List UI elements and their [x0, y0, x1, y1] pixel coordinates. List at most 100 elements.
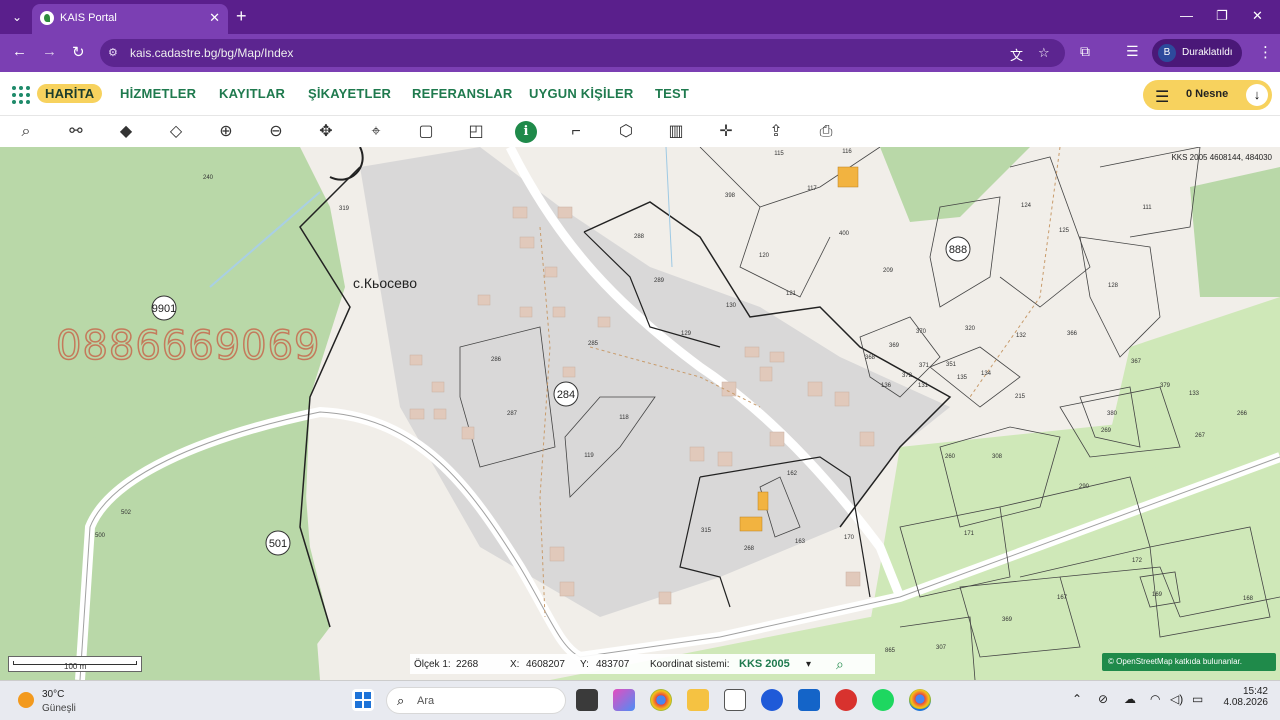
nav-test[interactable]: TEST [655, 86, 689, 101]
parcel-label[interactable]: 132 [1016, 333, 1027, 339]
zoom-out-icon[interactable]: ⊖ [265, 121, 287, 143]
select-rectangle-icon[interactable]: ▢ [415, 121, 437, 143]
parcel-label[interactable]: 370 [916, 329, 927, 335]
windows-start-icon[interactable] [352, 689, 374, 711]
map-book-icon[interactable]: ▥ [665, 121, 687, 143]
tab-list-chevron-icon[interactable]: ⌄ [6, 7, 28, 27]
parcel-label[interactable]: 128 [1108, 283, 1119, 289]
parcel-label[interactable]: 269 [1101, 428, 1112, 434]
parcel-label[interactable]: 266 [1237, 411, 1248, 417]
parcel-label[interactable]: 865 [885, 648, 896, 654]
reading-list-icon[interactable]: ☰ [1126, 43, 1139, 60]
cadastral-map[interactable]: 9901 284 888 501 240 319 115 116 117 398… [0, 147, 1280, 680]
minimize-icon[interactable]: — [1180, 8, 1193, 23]
parcel-label[interactable]: 240 [203, 175, 214, 181]
parcel-label[interactable]: 167 [1057, 595, 1068, 601]
parcel-label[interactable]: 315 [701, 528, 712, 534]
parcel-label[interactable]: 502 [121, 510, 132, 516]
parcel-label[interactable]: 136 [881, 383, 892, 389]
info-icon[interactable]: i [515, 121, 537, 143]
nav-referanslar[interactable]: REFERANSLAR [412, 86, 512, 101]
zoom-app-icon[interactable] [761, 689, 783, 711]
parcel-label[interactable]: 289 [654, 278, 665, 284]
file-explorer-icon[interactable] [687, 689, 709, 711]
parcel-label[interactable]: 130 [726, 303, 737, 309]
parcel-label[interactable]: 260 [945, 454, 956, 460]
zoom-in-icon[interactable]: ⊕ [215, 121, 237, 143]
parcel-label[interactable]: 371 [919, 363, 930, 369]
parcel-label[interactable]: 287 [507, 411, 518, 417]
translate-icon[interactable]: 文 [1010, 45, 1023, 64]
osm-attribution[interactable]: © OpenStreetMap katkıda bulunanlar. [1102, 653, 1276, 671]
nav-kayitlar[interactable]: KAYITLAR [219, 86, 285, 101]
parcel-label[interactable]: 319 [339, 206, 350, 212]
parcel-label[interactable]: 121 [786, 291, 797, 297]
site-info-icon[interactable]: ⚙ [108, 46, 122, 60]
parcel-label[interactable]: 268 [744, 546, 755, 552]
parcel-label[interactable]: 118 [619, 415, 629, 421]
parcel-label[interactable]: 120 [759, 253, 770, 259]
coordinate-cross-icon[interactable]: ✛ [715, 121, 737, 143]
parcel-label[interactable]: 379 [1160, 383, 1171, 389]
apps-grid-icon[interactable] [12, 86, 30, 104]
parcel-label[interactable]: 131 [918, 383, 929, 389]
nav-harita[interactable]: HARİTA [37, 84, 103, 103]
copilot-icon[interactable] [613, 689, 635, 711]
selected-objects-button[interactable]: ☰ 0 Nesne ↓ [1143, 80, 1272, 110]
pan-move-icon[interactable]: ✥ [315, 121, 337, 143]
map-canvas-svg[interactable]: 9901 284 888 501 240 319 115 116 117 398… [0, 147, 1280, 680]
select-area-icon[interactable]: ◰ [465, 121, 487, 143]
parcel-label[interactable]: 286 [491, 357, 502, 363]
parcel-label[interactable]: 320 [965, 326, 976, 332]
crs-dropdown-chevron-icon[interactable]: ▾ [806, 659, 811, 670]
battery-icon[interactable]: ▭ [1192, 692, 1203, 706]
chrome-icon[interactable] [650, 689, 672, 711]
onedrive-icon[interactable]: ☁ [1124, 692, 1136, 706]
parcel-label[interactable]: 133 [1189, 391, 1200, 397]
parcel-label[interactable]: 380 [1107, 411, 1118, 417]
parcel-label[interactable]: 119 [584, 453, 594, 459]
parcel-label[interactable]: 290 [1079, 484, 1090, 490]
parcel-label[interactable]: 398 [725, 193, 736, 199]
parcel-label[interactable]: 116 [842, 149, 852, 155]
close-tab-icon[interactable]: ✕ [209, 10, 220, 26]
parcel-label[interactable]: 129 [681, 331, 692, 337]
parcel-label[interactable]: 285 [588, 341, 599, 347]
parcel-label[interactable]: 171 [964, 531, 975, 537]
parcel-label[interactable]: 215 [1015, 394, 1026, 400]
measure-distance-icon[interactable]: ⌐ [565, 121, 587, 143]
url-omnibox[interactable]: ⚙ kais.cadastre.bg/bg/Map/Index 文 ☆ [100, 39, 1065, 67]
measure-polygon-icon[interactable]: ⬡ [615, 121, 637, 143]
print-icon[interactable]: ⎙ [815, 121, 837, 143]
spotify-icon[interactable] [872, 689, 894, 711]
parcel-label[interactable]: 125 [1059, 228, 1070, 234]
parcel-label[interactable]: 162 [787, 471, 798, 477]
parcel-label[interactable]: 372 [902, 373, 913, 379]
browser-menu-icon[interactable]: ⋮ [1258, 43, 1273, 61]
parcel-label[interactable]: 307 [936, 645, 947, 651]
system-clock[interactable]: 15:42 4.08.2026 [1218, 686, 1269, 708]
parcel-label[interactable]: 124 [1021, 203, 1032, 209]
outlook-icon[interactable] [798, 689, 820, 711]
parcel-label[interactable]: 169 [1152, 592, 1163, 598]
profile-button[interactable]: B Duraklatıldı [1152, 39, 1242, 67]
parcel-label[interactable]: 366 [1067, 331, 1078, 337]
tray-chevron-icon[interactable]: ⌃ [1072, 692, 1082, 706]
app-red-icon[interactable] [835, 689, 857, 711]
base-layers-icon[interactable]: ◆ [115, 121, 137, 143]
parcel-label[interactable]: 172 [1132, 558, 1143, 564]
back-arrow-icon[interactable]: ← [12, 43, 27, 60]
network-off-icon[interactable]: ⊘ [1098, 692, 1108, 706]
parcel-label[interactable]: 367 [1131, 359, 1142, 365]
parcel-label[interactable]: 135 [957, 375, 968, 381]
nav-sikayetler[interactable]: ŞİKAYETLER [308, 86, 391, 101]
search-icon[interactable]: ⌕ [15, 121, 37, 143]
chrome-active-icon[interactable] [909, 689, 931, 711]
scale-value[interactable]: 2268 [456, 659, 478, 670]
parcel-label[interactable]: 209 [883, 268, 894, 274]
parcel-label[interactable]: 168 [1243, 596, 1254, 602]
maximize-icon[interactable]: ❐ [1216, 8, 1228, 24]
layers-icon[interactable]: ◇ [165, 121, 187, 143]
parcel-label[interactable]: 163 [795, 539, 806, 545]
parcel-label[interactable]: 170 [844, 535, 855, 541]
